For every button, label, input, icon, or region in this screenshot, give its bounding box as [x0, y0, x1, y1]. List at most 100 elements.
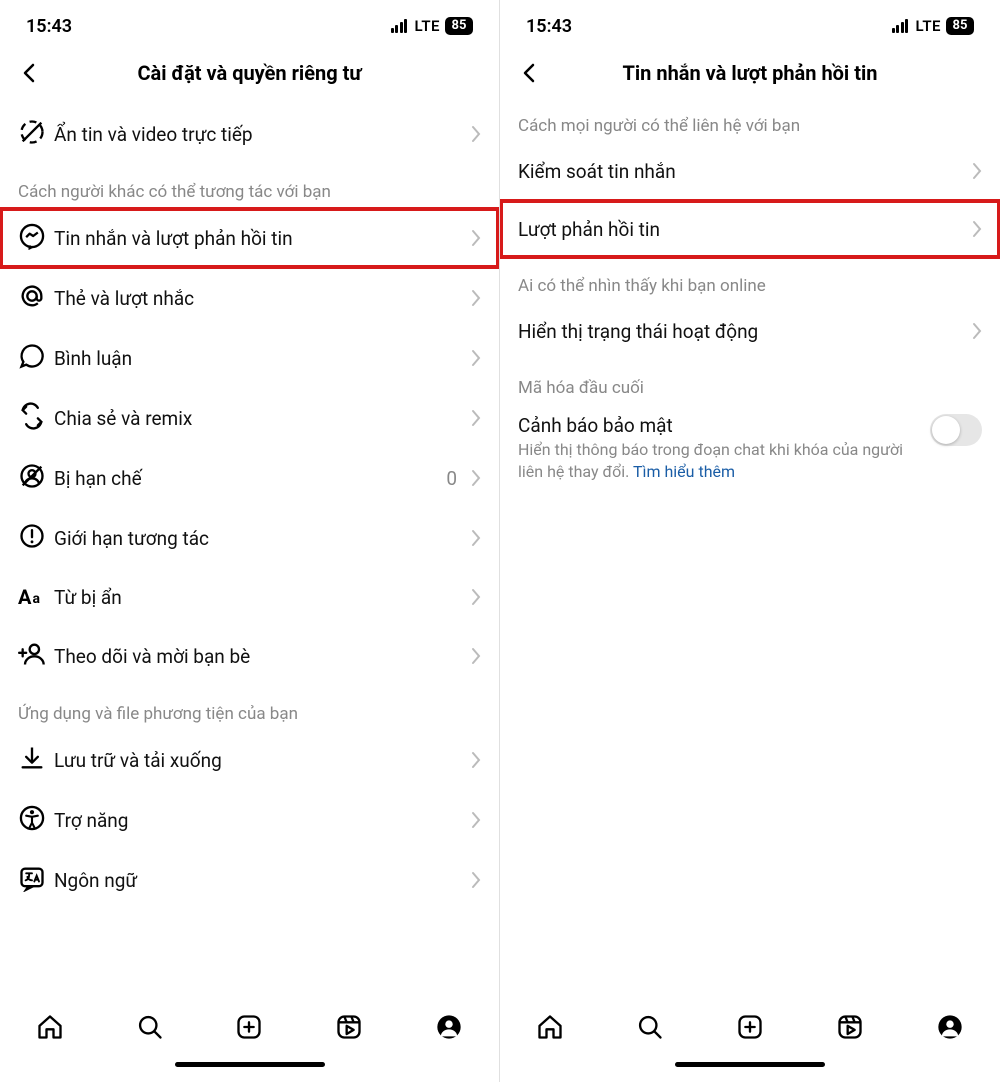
- row-label: Lượt phản hồi tin: [518, 218, 972, 241]
- language-icon: [18, 864, 46, 896]
- count-badge: 0: [446, 467, 457, 490]
- download-icon: [18, 744, 46, 776]
- page-title: Tin nhắn và lượt phản hồi tin: [516, 61, 984, 85]
- row-limits[interactable]: Giới hạn tương tác: [0, 508, 499, 568]
- row-label: Hiển thị trạng thái hoạt động: [518, 320, 972, 343]
- status-bar: 15:43 LTE 85: [500, 0, 1000, 48]
- status-time: 15:43: [26, 16, 72, 37]
- row-label: Theo dõi và mời bạn bè: [54, 645, 471, 668]
- row-share-remix[interactable]: Chia sẻ và remix: [0, 388, 499, 448]
- chevron-right-icon: [972, 322, 982, 340]
- accessibility-icon: [18, 804, 46, 836]
- tab-bar: [500, 998, 1000, 1056]
- chevron-right-icon: [471, 588, 481, 606]
- tab-search[interactable]: [100, 1013, 200, 1041]
- row-activity-status[interactable]: Hiển thị trạng thái hoạt động: [500, 302, 1000, 360]
- section-header-e2ee: Mã hóa đầu cuối: [500, 360, 1000, 404]
- row-label: Giới hạn tương tác: [54, 527, 471, 550]
- row-messages-story-replies[interactable]: Tin nhắn và lượt phản hồi tin: [0, 208, 499, 268]
- chevron-right-icon: [471, 409, 481, 427]
- row-follow-invite[interactable]: Theo dõi và mời bạn bè: [0, 626, 499, 686]
- row-security-warning: Cảnh báo bảo mật Hiển thị thông báo tron…: [500, 404, 1000, 496]
- status-bar: 15:43 LTE 85: [0, 0, 499, 48]
- right-screen: 15:43 LTE 85 Tin nhắn và lượt phản hồi t…: [500, 0, 1000, 1082]
- section-header-interact: Cách người khác có thể tương tác với bạn: [0, 164, 499, 208]
- messenger-icon: [18, 222, 46, 254]
- at-icon: [18, 282, 46, 314]
- chevron-right-icon: [471, 349, 481, 367]
- chevron-right-icon: [471, 289, 481, 307]
- left-screen: 15:43 LTE 85 Cài đặt và quyền riêng tư Ẩ…: [0, 0, 500, 1082]
- page-title: Cài đặt và quyền riêng tư: [16, 61, 483, 85]
- back-button[interactable]: [516, 59, 544, 87]
- chevron-right-icon: [471, 647, 481, 665]
- tab-reels[interactable]: [800, 1013, 900, 1041]
- section-header-online: Ai có thể nhìn thấy khi bạn online: [500, 258, 1000, 302]
- chevron-right-icon: [471, 125, 481, 143]
- home-indicator[interactable]: [500, 1056, 1000, 1082]
- security-toggle[interactable]: [930, 414, 982, 446]
- section-header-contact: Cách mọi người có thể liên hệ với bạn: [500, 104, 1000, 142]
- chevron-right-icon: [471, 229, 481, 247]
- battery-badge: 85: [445, 17, 473, 35]
- remix-icon: [18, 402, 46, 434]
- tab-bar: [0, 998, 499, 1056]
- header: Cài đặt và quyền riêng tư: [0, 48, 499, 104]
- row-message-requests[interactable]: Kiểm soát tin nhắn: [500, 142, 1000, 200]
- status-time: 15:43: [526, 16, 572, 37]
- tab-reels[interactable]: [299, 1013, 399, 1041]
- row-story-replies[interactable]: Lượt phản hồi tin: [500, 200, 1000, 258]
- row-comments[interactable]: Bình luận: [0, 328, 499, 388]
- row-label: Bị hạn chế: [54, 467, 446, 490]
- chevron-right-icon: [972, 162, 982, 180]
- chevron-right-icon: [471, 871, 481, 889]
- tab-create[interactable]: [200, 1013, 300, 1041]
- person-add-icon: [18, 640, 46, 672]
- home-indicator[interactable]: [0, 1056, 499, 1082]
- chevron-right-icon: [471, 469, 481, 487]
- tab-home[interactable]: [0, 1013, 100, 1041]
- security-title: Cảnh báo bảo mật: [518, 414, 918, 437]
- security-desc: Hiển thị thông báo trong đoạn chat khi k…: [518, 439, 918, 482]
- row-hide-stories[interactable]: Ẩn tin và video trực tiếp: [0, 104, 499, 164]
- tab-profile[interactable]: [399, 1013, 499, 1041]
- restricted-icon: [18, 462, 46, 494]
- network-label: LTE: [414, 17, 440, 35]
- signal-icon: [391, 19, 408, 33]
- header: Tin nhắn và lượt phản hồi tin: [500, 48, 1000, 104]
- chevron-right-icon: [471, 811, 481, 829]
- row-hidden-words[interactable]: Aa Từ bị ẩn: [0, 568, 499, 626]
- row-label: Trợ năng: [54, 809, 471, 832]
- row-label: Ngôn ngữ: [54, 869, 471, 892]
- battery-badge: 85: [946, 17, 974, 35]
- hide-story-icon: [18, 118, 46, 150]
- limits-icon: [18, 522, 46, 554]
- tab-profile[interactable]: [900, 1013, 1000, 1041]
- section-header-media: Ứng dụng và file phương tiện của bạn: [0, 686, 499, 730]
- row-archive-download[interactable]: Lưu trữ và tải xuống: [0, 730, 499, 790]
- tab-search[interactable]: [600, 1013, 700, 1041]
- tab-create[interactable]: [700, 1013, 800, 1041]
- chevron-right-icon: [471, 529, 481, 547]
- network-label: LTE: [915, 17, 941, 35]
- row-tags-mentions[interactable]: Thẻ và lượt nhắc: [0, 268, 499, 328]
- row-language[interactable]: Ngôn ngữ: [0, 850, 499, 910]
- row-label: Ẩn tin và video trực tiếp: [54, 123, 471, 146]
- row-label: Tin nhắn và lượt phản hồi tin: [54, 227, 471, 250]
- row-label: Thẻ và lượt nhắc: [54, 287, 471, 310]
- row-accessibility[interactable]: Trợ năng: [0, 790, 499, 850]
- comment-icon: [18, 342, 46, 374]
- learn-more-link[interactable]: Tìm hiểu thêm: [633, 462, 735, 481]
- row-label: Bình luận: [54, 347, 471, 370]
- tab-home[interactable]: [500, 1013, 600, 1041]
- chevron-right-icon: [471, 751, 481, 769]
- signal-icon: [892, 19, 909, 33]
- row-label: Chia sẻ và remix: [54, 407, 471, 430]
- row-label: Lưu trữ và tải xuống: [54, 749, 471, 772]
- row-label: Kiểm soát tin nhắn: [518, 160, 972, 183]
- chevron-right-icon: [972, 220, 982, 238]
- hidden-words-icon: Aa: [18, 585, 40, 609]
- back-button[interactable]: [16, 59, 44, 87]
- row-label: Từ bị ẩn: [54, 586, 471, 609]
- row-restricted[interactable]: Bị hạn chế 0: [0, 448, 499, 508]
